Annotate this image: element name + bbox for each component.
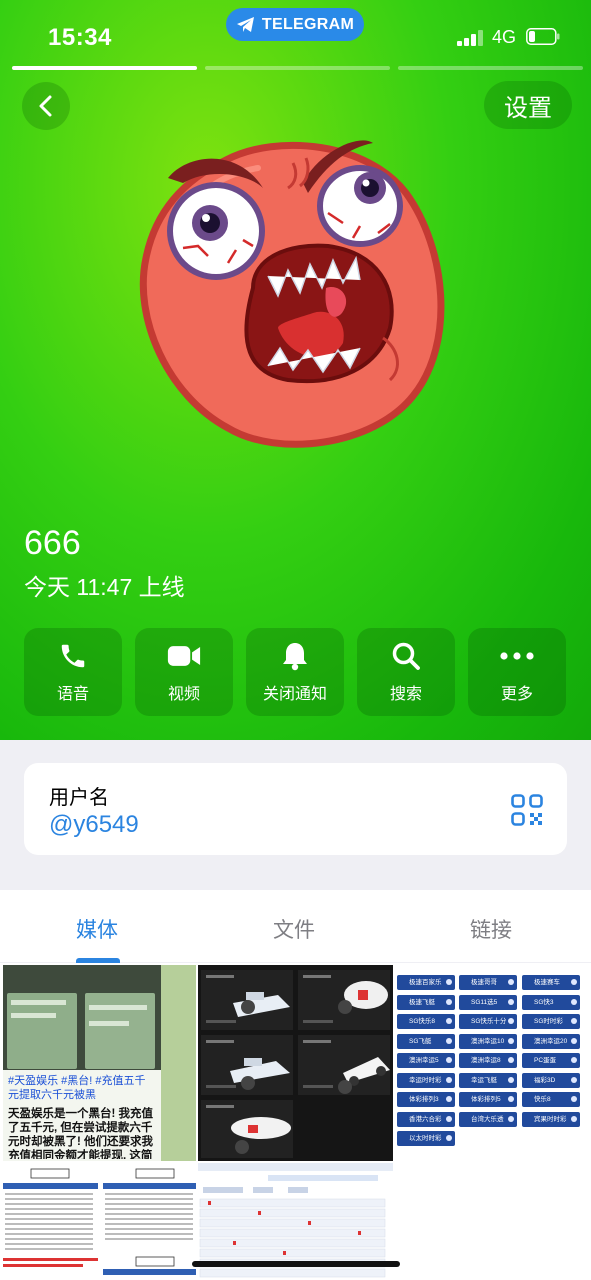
- action-label: 语音: [56, 686, 89, 703]
- game-button: 幸运时时彩: [397, 1072, 455, 1088]
- action-label: 搜索: [389, 686, 422, 703]
- tab-links[interactable]: 链接: [470, 914, 512, 944]
- phone-icon: [61, 644, 85, 668]
- game-button: 香港六合彩: [397, 1111, 455, 1127]
- game-button: SG11选5: [459, 994, 517, 1010]
- action-label: 更多: [500, 686, 533, 703]
- telegram-pill-label: TELEGRAM: [261, 15, 355, 33]
- game-button: 极速百家乐: [397, 975, 455, 990]
- home-indicator: [192, 1261, 400, 1267]
- story-segment: [398, 66, 583, 70]
- game-button: 极速飞艇: [397, 994, 455, 1010]
- last-seen: 今天 11:47 上线: [24, 574, 185, 600]
- username-value[interactable]: @y6549: [49, 811, 139, 839]
- search-icon: [392, 642, 420, 670]
- action-label: 关闭通知: [262, 686, 327, 703]
- media-thumb-empty[interactable]: [395, 1163, 591, 1280]
- telegram-pill[interactable]: TELEGRAM: [226, 8, 364, 41]
- action-row: 语音 视频 关闭通知 搜索 更多: [24, 628, 566, 716]
- video-call-button[interactable]: 视频: [135, 628, 233, 716]
- game-button: 福彩3D: [522, 1072, 580, 1088]
- game-button: SG时时彩: [522, 1014, 580, 1029]
- more-button[interactable]: 更多: [468, 628, 566, 716]
- media-thumb-dark-grid[interactable]: [198, 965, 393, 1161]
- game-button: 极速哥哥: [459, 975, 517, 990]
- media-grid: #天盈娱乐 #黑台! #充值五千元提取六千元被黑 天盈娱乐是一个黑台! 我充值了…: [0, 963, 591, 1280]
- game-button: 澳洲幸运10: [459, 1033, 517, 1049]
- profile-name: 666: [24, 524, 81, 562]
- chat-screenshot-image: [3, 965, 196, 1161]
- media-thumb-post[interactable]: #天盈娱乐 #黑台! #充值五千元提取六千元被黑 天盈娱乐是一个黑台! 我充值了…: [3, 965, 196, 1161]
- media-thumb-game-list[interactable]: 极速百家乐 极速哥哥 极速赛车极速飞艇 SG11选5 SG快3 SG快乐8 SG快乐十分 SG…: [395, 965, 591, 1161]
- media-tabs: 媒体 文件 链接: [0, 890, 591, 962]
- story-segment: [12, 66, 197, 70]
- username-label: 用户名: [49, 787, 109, 809]
- game-button: 宾果时时彩: [522, 1111, 580, 1127]
- game-button: 快乐8: [522, 1092, 580, 1107]
- game-button: 澳洲幸运5: [397, 1053, 455, 1068]
- post-text: 天盈娱乐是一个黑台! 我充值了五千元, 但在尝试提款六千元时却被黑了! 他们还要…: [8, 1108, 154, 1159]
- media-thumb-table-1[interactable]: [3, 1163, 196, 1280]
- telegram-plane-icon: [236, 16, 254, 32]
- bell-icon: [283, 643, 307, 671]
- game-button: SG快3: [522, 994, 580, 1010]
- battery-icon: [526, 28, 560, 45]
- game-button: 台湾大乐透: [459, 1111, 517, 1127]
- chevron-left-icon: [39, 95, 52, 117]
- story-segment: [205, 66, 390, 70]
- call-button[interactable]: 语音: [24, 628, 122, 716]
- game-button: 以太时时彩: [397, 1131, 455, 1146]
- settings-button[interactable]: 设置: [484, 81, 572, 129]
- story-progress: [12, 66, 583, 70]
- game-button: 幸运飞艇: [459, 1072, 517, 1088]
- profile-hero: 15:34 TELEGRAM 4G 设置 666 今天 11:47 上线 语音 …: [0, 0, 591, 740]
- game-button: 极速赛车: [522, 975, 580, 990]
- game-button: SG快乐8: [397, 1014, 455, 1029]
- more-dots-icon: [500, 652, 534, 660]
- username-card[interactable]: 用户名 @y6549: [24, 763, 567, 855]
- status-time: 15:34: [48, 24, 112, 51]
- action-label: 视频: [167, 686, 200, 703]
- network-type: 4G: [492, 27, 517, 47]
- game-button: 体彩排列5: [459, 1092, 517, 1107]
- qr-code-icon[interactable]: [511, 794, 543, 826]
- tab-files[interactable]: 文件: [273, 914, 315, 944]
- table-screenshot-image: [3, 1168, 196, 1275]
- tab-media[interactable]: 媒体: [76, 914, 118, 944]
- post-hashtags: #天盈娱乐 #黑台! #充值五千元提取六千元被黑: [8, 1075, 146, 1101]
- game-button: 澳洲幸运8: [459, 1053, 517, 1068]
- game-button: 体彩排列3: [397, 1092, 455, 1107]
- game-button: 澳洲幸运20: [522, 1033, 580, 1049]
- game-button: PC蛋蛋: [522, 1053, 580, 1068]
- product-tiles-image: [201, 970, 390, 1158]
- video-camera-icon: [167, 646, 201, 666]
- mute-button[interactable]: 关闭通知: [246, 628, 344, 716]
- signal-icon: [457, 30, 483, 46]
- back-button[interactable]: [22, 82, 70, 130]
- status-bar: 15:34 TELEGRAM 4G: [0, 0, 591, 70]
- search-button[interactable]: 搜索: [357, 628, 455, 716]
- angry-face-sticker[interactable]: [128, 128, 448, 458]
- game-button: SG快乐十分: [459, 1014, 517, 1029]
- game-button: SG飞艇: [397, 1033, 455, 1049]
